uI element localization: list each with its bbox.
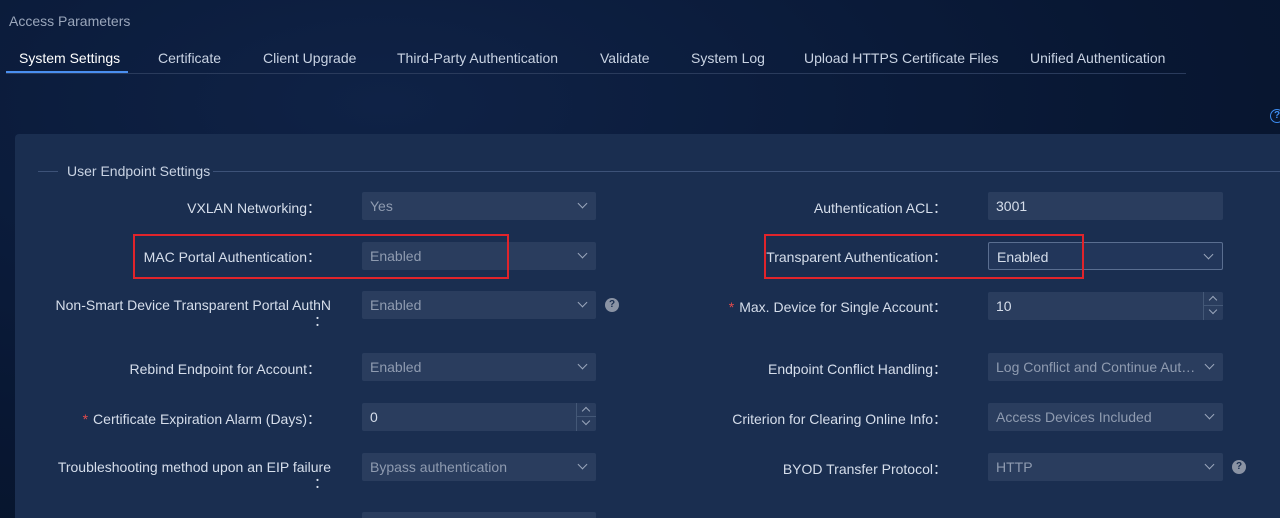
max-device-label-text: Max. Device for Single Account： xyxy=(739,299,947,315)
required-marker: * xyxy=(82,411,89,427)
help-icon[interactable]: ? xyxy=(1270,109,1280,123)
authentication-acl-input[interactable]: 3001 xyxy=(988,192,1223,220)
max-device-label: * Max. Device for Single Account： xyxy=(729,297,947,317)
rebind-endpoint-select[interactable]: Enabled xyxy=(362,353,596,381)
tab-client-upgrade[interactable]: Client Upgrade xyxy=(263,50,356,66)
non-smart-device-value: Enabled xyxy=(370,297,422,313)
endpoint-conflict-handling-label: Endpoint Conflict Handling： xyxy=(768,361,947,377)
non-smart-device-label: Non-Smart Device Transparent Portal Auth… xyxy=(55,297,331,313)
tab-certificate[interactable]: Certificate xyxy=(158,50,221,66)
chevron-down-icon xyxy=(1203,249,1214,260)
page-title: Access Parameters xyxy=(9,13,131,29)
required-marker: * xyxy=(728,299,735,315)
troubleshooting-method-label: Troubleshooting method upon an EIP failu… xyxy=(57,459,331,475)
tab-upload-https-certificate-files[interactable]: Upload HTTPS Certificate Files xyxy=(804,50,999,66)
non-smart-device-select[interactable]: Enabled xyxy=(362,291,596,319)
chevron-down-icon xyxy=(577,297,588,308)
tab-validate[interactable]: Validate xyxy=(600,50,650,66)
increment-icon[interactable] xyxy=(581,406,591,416)
question-icon[interactable]: ? xyxy=(1232,460,1246,474)
chevron-down-icon xyxy=(577,359,588,370)
increment-icon[interactable] xyxy=(1208,295,1218,305)
max-device-value: 10 xyxy=(996,298,1012,314)
troubleshooting-method-select[interactable]: Bypass authentication xyxy=(362,453,596,481)
chevron-down-icon xyxy=(577,198,588,209)
number-stepper[interactable] xyxy=(1203,292,1223,320)
byod-transfer-protocol-value: HTTP xyxy=(996,459,1033,475)
certificate-expiration-alarm-label-text: Certificate Expiration Alarm (Days)： xyxy=(93,411,321,427)
certificate-expiration-alarm-label: * Certificate Expiration Alarm (Days)： xyxy=(83,409,321,429)
certificate-expiration-alarm-input[interactable]: 0 xyxy=(362,403,596,431)
next-field-select[interactable] xyxy=(362,512,596,518)
chevron-down-icon xyxy=(1204,459,1215,470)
criterion-clearing-online-info-value: Access Devices Included xyxy=(996,409,1152,425)
chevron-down-icon xyxy=(577,459,588,470)
authentication-acl-label: Authentication ACL： xyxy=(813,200,947,216)
number-stepper[interactable] xyxy=(576,403,596,431)
decrement-icon[interactable] xyxy=(1208,305,1218,315)
section-divider-left xyxy=(38,171,58,172)
troubleshooting-method-value: Bypass authentication xyxy=(370,459,507,475)
criterion-clearing-online-info-select[interactable]: Access Devices Included xyxy=(988,403,1223,431)
troubleshooting-method-label-colon: ： xyxy=(314,475,328,491)
tab-third-party-authentication[interactable]: Third-Party Authentication xyxy=(397,50,558,66)
rebind-endpoint-label: Rebind Endpoint for Account： xyxy=(129,361,321,377)
highlight-box-transparent-auth xyxy=(764,234,1084,279)
tab-system-settings[interactable]: System Settings xyxy=(19,50,120,66)
rebind-endpoint-value: Enabled xyxy=(370,359,422,375)
chevron-down-icon xyxy=(1204,359,1215,370)
authentication-acl-value: 3001 xyxy=(996,198,1028,214)
non-smart-device-label-colon: ： xyxy=(314,313,328,329)
byod-transfer-protocol-select[interactable]: HTTP xyxy=(988,453,1223,481)
vxlan-networking-select[interactable]: Yes xyxy=(362,192,596,220)
vxlan-networking-value: Yes xyxy=(370,198,393,214)
section-divider-right xyxy=(213,171,1280,172)
certificate-expiration-alarm-value: 0 xyxy=(370,409,378,425)
decrement-icon[interactable] xyxy=(581,416,591,426)
byod-transfer-protocol-label: BYOD Transfer Protocol： xyxy=(782,461,947,477)
tab-system-log[interactable]: System Log xyxy=(691,50,765,66)
highlight-box-mac-portal xyxy=(133,234,509,279)
question-icon[interactable]: ? xyxy=(605,298,619,312)
endpoint-conflict-handling-value: Log Conflict and Continue Auth... xyxy=(996,359,1196,375)
max-device-input[interactable]: 10 xyxy=(988,292,1223,320)
tab-unified-authentication[interactable]: Unified Authentication xyxy=(1030,50,1165,66)
vxlan-networking-label: VXLAN Networking： xyxy=(187,200,321,216)
criterion-clearing-online-info-label: Criterion for Clearing Online Info： xyxy=(732,411,947,427)
endpoint-conflict-handling-select[interactable]: Log Conflict and Continue Auth... xyxy=(988,353,1223,381)
active-tab-indicator xyxy=(6,71,128,73)
section-title: User Endpoint Settings xyxy=(67,163,211,179)
chevron-down-icon xyxy=(577,248,588,259)
tabs-divider xyxy=(6,73,1186,74)
chevron-down-icon xyxy=(1204,409,1215,420)
